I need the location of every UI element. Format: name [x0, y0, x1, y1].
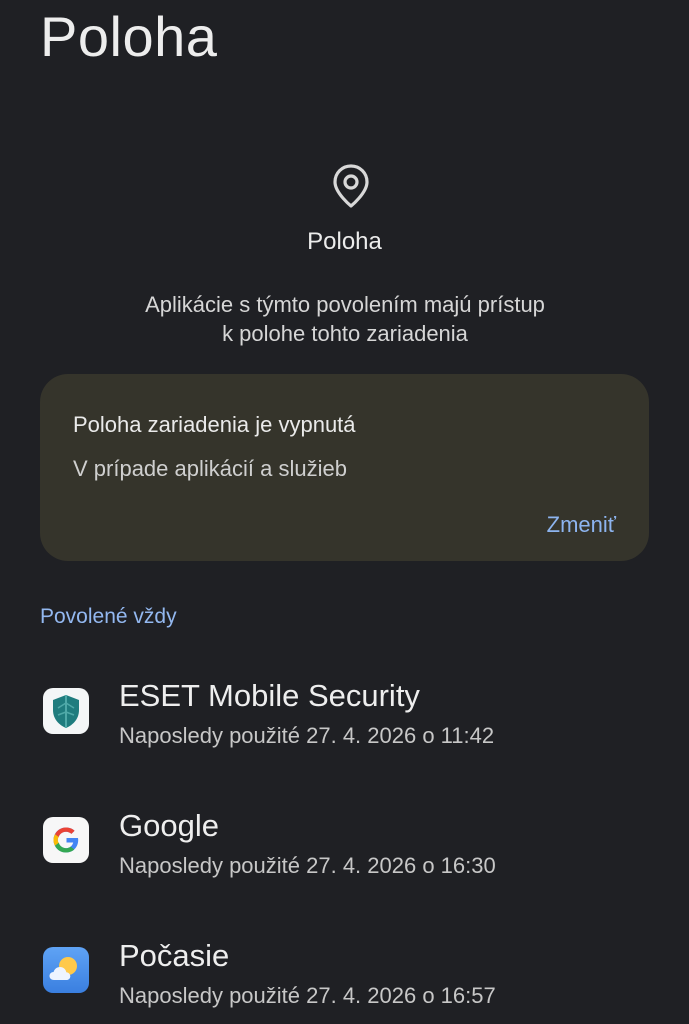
weather-sun-cloud-icon	[43, 947, 89, 993]
permission-description-line-2: k polohe tohto zariadenia	[222, 321, 468, 346]
app-name: ESET Mobile Security	[119, 678, 420, 713]
location-off-title: Poloha zariadenia je vypnutá	[73, 412, 356, 437]
change-location-button[interactable]: Zmeniť	[547, 512, 616, 538]
location-off-subtitle: V prípade aplikácií a služieb	[73, 456, 347, 481]
app-last-used: Naposledy použité 27. 4. 2026 o 16:57	[119, 983, 496, 1008]
app-last-used: Naposledy použité 27. 4. 2026 o 16:30	[119, 853, 496, 878]
app-row-google[interactable]: Google Naposledy použité 27. 4. 2026 o 1…	[0, 790, 689, 900]
section-header-allowed-always: Povolené vždy	[40, 605, 177, 628]
app-row-eset[interactable]: ESET Mobile Security Naposledy použité 2…	[0, 660, 689, 770]
location-off-card: Poloha zariadenia je vypnutá V prípade a…	[40, 374, 649, 561]
app-last-used: Naposledy použité 27. 4. 2026 o 11:42	[119, 723, 495, 748]
location-permission-screen: Poloha Poloha Aplikácie s týmto povolení…	[0, 0, 689, 1024]
permission-description: Aplikácie s týmto povolením majú prístup…	[60, 290, 630, 348]
google-g-icon	[43, 817, 89, 863]
app-name: Google	[119, 808, 219, 843]
permission-label: Poloha	[307, 228, 382, 255]
permission-description-line-1: Aplikácie s týmto povolením majú prístup	[145, 292, 545, 317]
location-pin-icon	[333, 164, 369, 208]
page-title: Poloha	[40, 5, 218, 68]
app-name: Počasie	[119, 938, 230, 973]
app-row-weather[interactable]: Počasie Naposledy použité 27. 4. 2026 o …	[0, 920, 689, 1024]
eset-shield-icon	[43, 688, 89, 734]
